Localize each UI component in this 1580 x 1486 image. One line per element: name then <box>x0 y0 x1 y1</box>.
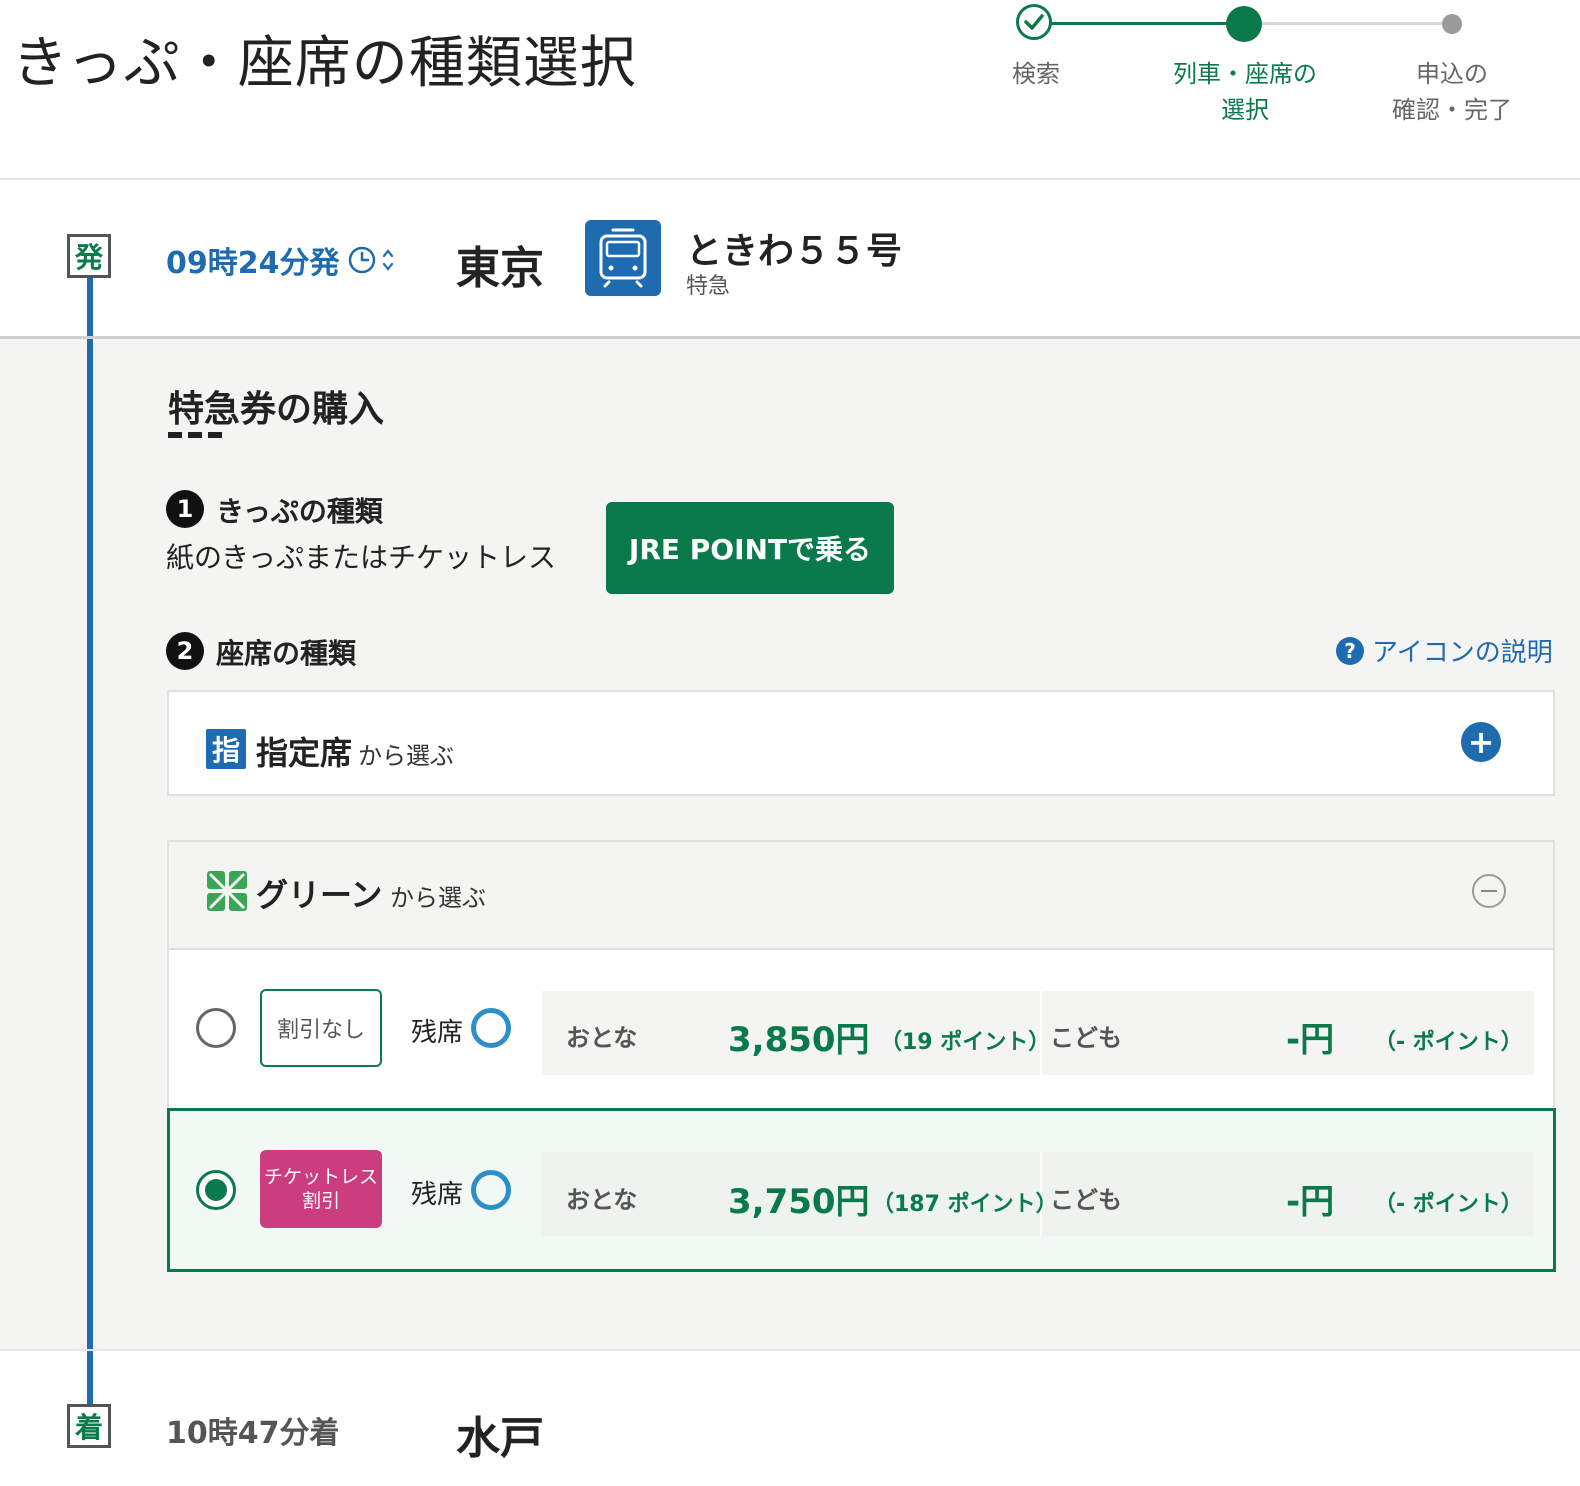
departure-station: 東京 <box>456 243 544 294</box>
progress-line-todo <box>1244 22 1452 25</box>
question-icon: ? <box>1336 636 1364 665</box>
ticketless-discount-tag: チケットレス 割引 <box>260 1150 382 1228</box>
seat-availability-label: 残席 <box>411 1018 464 1048</box>
fare-radio-no-discount[interactable] <box>196 1008 236 1048</box>
route-timeline <box>87 278 93 1408</box>
departure-divider <box>0 336 1580 339</box>
step-number-1: 1 <box>166 490 204 528</box>
train-icon <box>585 220 661 296</box>
child-label: こども <box>1050 1024 1122 1052</box>
reserved-seat-label: 指定席 <box>256 734 353 772</box>
collapse-minus-icon[interactable] <box>1472 874 1506 908</box>
reserved-seat-icon: 指 <box>206 729 246 769</box>
clock-sort-icon[interactable] <box>348 244 398 276</box>
page-title: きっぷ・座席の種類選択 <box>12 31 637 96</box>
departure-time: 09時24分発 <box>166 246 340 281</box>
child-price: -円 <box>1286 1020 1335 1060</box>
green-seat-suffix: から選ぶ <box>390 884 486 912</box>
train-name: ときわ５５号 <box>686 231 903 272</box>
icon-help-link[interactable]: ? アイコンの説明 <box>1336 632 1553 669</box>
green-clover-icon <box>206 870 248 912</box>
step-label-train-seat: 列車・座席の 選択 <box>1173 60 1317 124</box>
child-points: （- ポイント） <box>1374 1192 1523 1217</box>
green-seat-label: グリーン <box>256 876 383 914</box>
no-discount-tag: 割引なし <box>260 989 382 1067</box>
reserved-seat-suffix: から選ぶ <box>358 742 454 770</box>
step-future-marker <box>1442 14 1462 34</box>
child-price: -円 <box>1286 1182 1335 1222</box>
step-current-marker <box>1226 6 1262 42</box>
adult-label: おとな <box>566 1186 638 1214</box>
adult-label: おとな <box>566 1024 638 1052</box>
radio-selected-dot <box>205 1179 227 1201</box>
adult-price: 3,750円 <box>728 1182 870 1222</box>
jre-point-button[interactable]: JRE POINTで乗る <box>606 502 894 594</box>
seat-kind-title: 座席の種類 <box>216 637 357 670</box>
seat-available-icon <box>471 1008 511 1048</box>
adult-points: （19 ポイント） <box>880 1030 1051 1055</box>
adult-price: 3,850円 <box>728 1020 870 1060</box>
step-label-confirm: 申込の 確認・完了 <box>1392 60 1512 124</box>
seat-availability-label: 残席 <box>411 1180 464 1210</box>
child-label: こども <box>1050 1186 1122 1214</box>
icon-help-label: アイコンの説明 <box>1372 638 1553 668</box>
adult-points: （187 ポイント） <box>872 1192 1058 1217</box>
step-label-search: 検索 <box>1012 60 1060 88</box>
header-divider <box>0 178 1580 180</box>
seat-available-icon <box>471 1170 511 1210</box>
ticket-kind-title: きっぷの種類 <box>216 495 383 528</box>
arrival-divider <box>0 1349 1580 1351</box>
ticket-kind-value: 紙のきっぷまたはチケットレス <box>166 541 557 574</box>
departure-badge: 発 <box>67 234 111 278</box>
section-title-underline <box>168 432 224 438</box>
section-title: 特急券の購入 <box>168 389 385 430</box>
step-done-check-icon <box>1016 4 1052 40</box>
step-number-2: 2 <box>166 632 204 670</box>
child-points: （- ポイント） <box>1374 1030 1523 1055</box>
arrival-badge: 着 <box>67 1404 111 1448</box>
arrival-time: 10時47分着 <box>166 1416 340 1451</box>
fare-radio-ticketless[interactable] <box>196 1170 236 1210</box>
arrival-station: 水戸 <box>456 1413 544 1464</box>
train-type: 特急 <box>686 274 731 299</box>
progress-line-done <box>1037 22 1244 25</box>
expand-plus-icon[interactable]: + <box>1461 722 1501 762</box>
